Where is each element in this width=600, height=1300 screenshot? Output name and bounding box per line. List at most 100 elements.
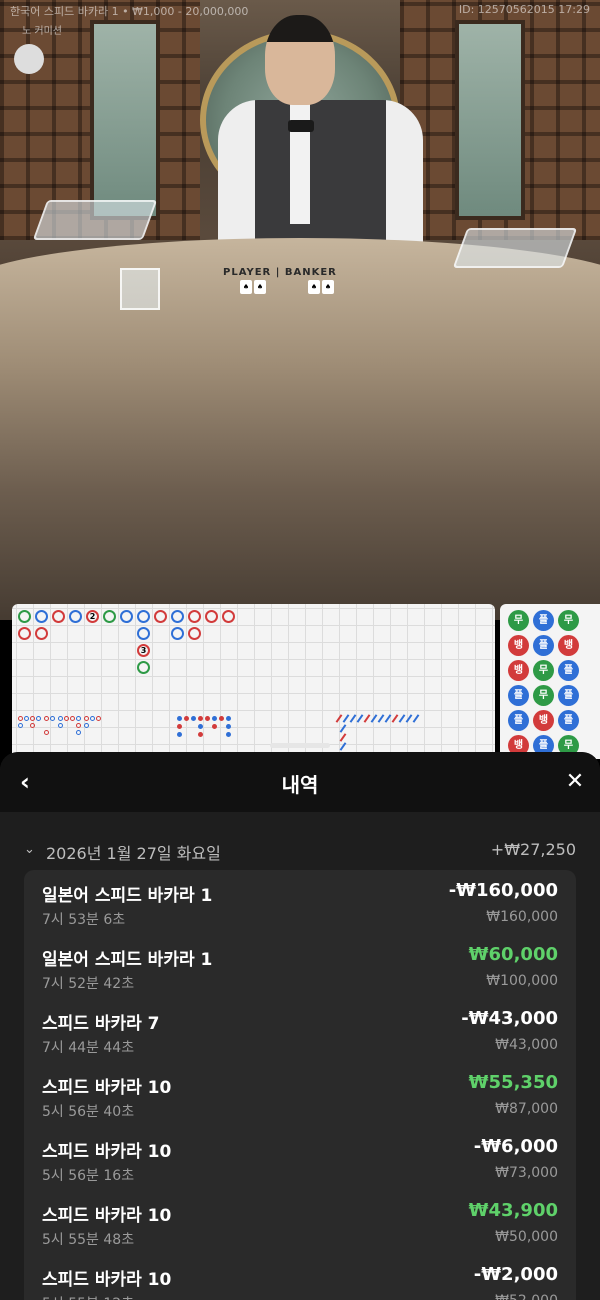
road-dot (18, 716, 23, 721)
banker-card: ♠ (308, 280, 320, 294)
bet-amount: ₩87,000 (495, 1101, 558, 1117)
road-dot (44, 730, 49, 735)
history-row[interactable]: 스피드 바카라 10 5시 55분 48초 ₩43,900 ₩50,000 (24, 1194, 576, 1258)
road-bead: 3 (137, 644, 150, 657)
road-slash (356, 714, 364, 723)
road-filled-dot (177, 732, 182, 737)
road-bead (69, 610, 82, 623)
road-chip: 뱅 (508, 660, 529, 681)
road-bead (35, 610, 48, 623)
no-commission-label: 노 커미션 (22, 26, 62, 37)
road-dot (84, 716, 89, 721)
avatar[interactable] (14, 44, 44, 74)
road-slash (339, 742, 347, 751)
result-amount: -₩6,000 (473, 1136, 558, 1157)
bowtie (288, 120, 314, 132)
game-name: 스피드 바카라 10 (42, 1142, 172, 1162)
road-slash (412, 714, 420, 723)
road-dot (24, 716, 29, 721)
player-card: ♠ (254, 280, 266, 294)
road-bead (35, 627, 48, 640)
road-slash (363, 714, 371, 723)
game-name: 스피드 바카라 10 (42, 1078, 172, 1098)
road-dot (76, 730, 81, 735)
history-row[interactable]: 스피드 바카라 10 5시 55분 12초 -₩2,000 ₩52,000 (24, 1258, 576, 1300)
road-chip: 플 (558, 685, 579, 706)
road-bead: 2 (86, 610, 99, 623)
history-sheet: ‹ 내역 ✕ ⌄ 2026년 1월 27일 화요일 +₩27,250 일본어 스… (0, 752, 600, 1300)
result-amount: -₩2,000 (473, 1264, 558, 1285)
road-filled-dot (226, 732, 231, 737)
road-filled-dot (226, 724, 231, 729)
table-label: PLAYER | BANKER (223, 267, 337, 278)
road-chip: 뱅 (558, 635, 579, 656)
big-road[interactable]: 무플무뱅플뱅뱅무플플무플플뱅플뱅플무 (500, 604, 600, 759)
decor-panel-right (455, 20, 525, 220)
road-dot (30, 723, 35, 728)
road-dot (90, 716, 95, 721)
history-row[interactable]: 일본어 스피드 바카라 1 7시 53분 6초 -₩160,000 ₩160,000 (24, 874, 576, 938)
dealer-head (265, 15, 335, 105)
history-row[interactable]: 스피드 바카라 10 5시 56분 40초 ₩55,350 ₩87,000 (24, 1066, 576, 1130)
live-video-stream[interactable]: PLAYER | BANKER ♠ ♠ ♠ ♠ 한국어 스피드 바카라 1 • … (0, 0, 600, 620)
baccarat-table (0, 238, 600, 620)
card-shoe-right (452, 228, 578, 268)
history-row[interactable]: 스피드 바카라 10 5시 56분 16초 -₩6,000 ₩73,000 (24, 1130, 576, 1194)
bet-amount: ₩100,000 (486, 973, 558, 989)
road-slash (342, 714, 350, 723)
road-slash (335, 714, 343, 723)
road-chip: 플 (508, 710, 529, 731)
game-name: 스피드 바카라 10 (42, 1270, 172, 1290)
road-bead (222, 610, 235, 623)
history-row[interactable]: 스피드 바카라 7 7시 44분 44초 -₩43,000 ₩43,000 (24, 1002, 576, 1066)
road-bead (120, 610, 133, 623)
road-dot (84, 723, 89, 728)
day-group-header[interactable]: ⌄ 2026년 1월 27일 화요일 +₩27,250 (24, 840, 576, 864)
road-bead (103, 610, 116, 623)
bet-time: 7시 52분 42초 (42, 976, 135, 992)
bet-amount: ₩52,000 (495, 1293, 558, 1300)
road-chip: 무 (533, 685, 554, 706)
road-bead (188, 610, 201, 623)
close-icon[interactable]: ✕ (562, 767, 588, 797)
result-amount: ₩43,900 (468, 1200, 558, 1221)
road-filled-dot (205, 716, 210, 721)
road-bead (137, 610, 150, 623)
road-filled-dot (177, 716, 182, 721)
game-id: ID: 12570562015 17:29 (458, 3, 590, 16)
sheet-header: ‹ 내역 ✕ (0, 752, 600, 812)
game-name: 일본어 스피드 바카라 1 (42, 950, 213, 970)
road-slash (398, 714, 406, 723)
road-filled-dot (191, 716, 196, 721)
road-filled-dot (219, 716, 224, 721)
road-slash (339, 724, 347, 733)
chevron-down-icon[interactable]: ⌄ (24, 842, 35, 857)
road-bead (205, 610, 218, 623)
road-dot (76, 723, 81, 728)
sheet-grabber[interactable] (270, 743, 330, 748)
bet-amount: ₩43,000 (495, 1037, 558, 1053)
road-chip: 플 (558, 710, 579, 731)
road-bead (154, 610, 167, 623)
card-shoe-left (32, 200, 158, 240)
bead-road[interactable]: 23 (12, 604, 495, 759)
decor-panel-left (90, 20, 160, 220)
road-bead (18, 610, 31, 623)
road-chip: 무 (533, 660, 554, 681)
road-chip: 뱅 (508, 635, 529, 656)
road-slash (377, 714, 385, 723)
bet-amount: ₩50,000 (495, 1229, 558, 1245)
road-chip: 플 (558, 660, 579, 681)
bet-amount: ₩73,000 (495, 1165, 558, 1181)
day-label: 2026년 1월 27일 화요일 (46, 844, 221, 863)
road-dot (76, 716, 81, 721)
road-slash (339, 733, 347, 742)
bet-time: 5시 56분 40초 (42, 1104, 135, 1120)
bet-time: 5시 55분 48초 (42, 1232, 135, 1248)
history-row[interactable]: 일본어 스피드 바카라 1 7시 52분 42초 ₩60,000 ₩100,000 (24, 938, 576, 1002)
road-dot (58, 723, 63, 728)
road-dot (58, 716, 63, 721)
road-chip: 플 (533, 635, 554, 656)
road-filled-dot (212, 724, 217, 729)
road-dot (30, 716, 35, 721)
